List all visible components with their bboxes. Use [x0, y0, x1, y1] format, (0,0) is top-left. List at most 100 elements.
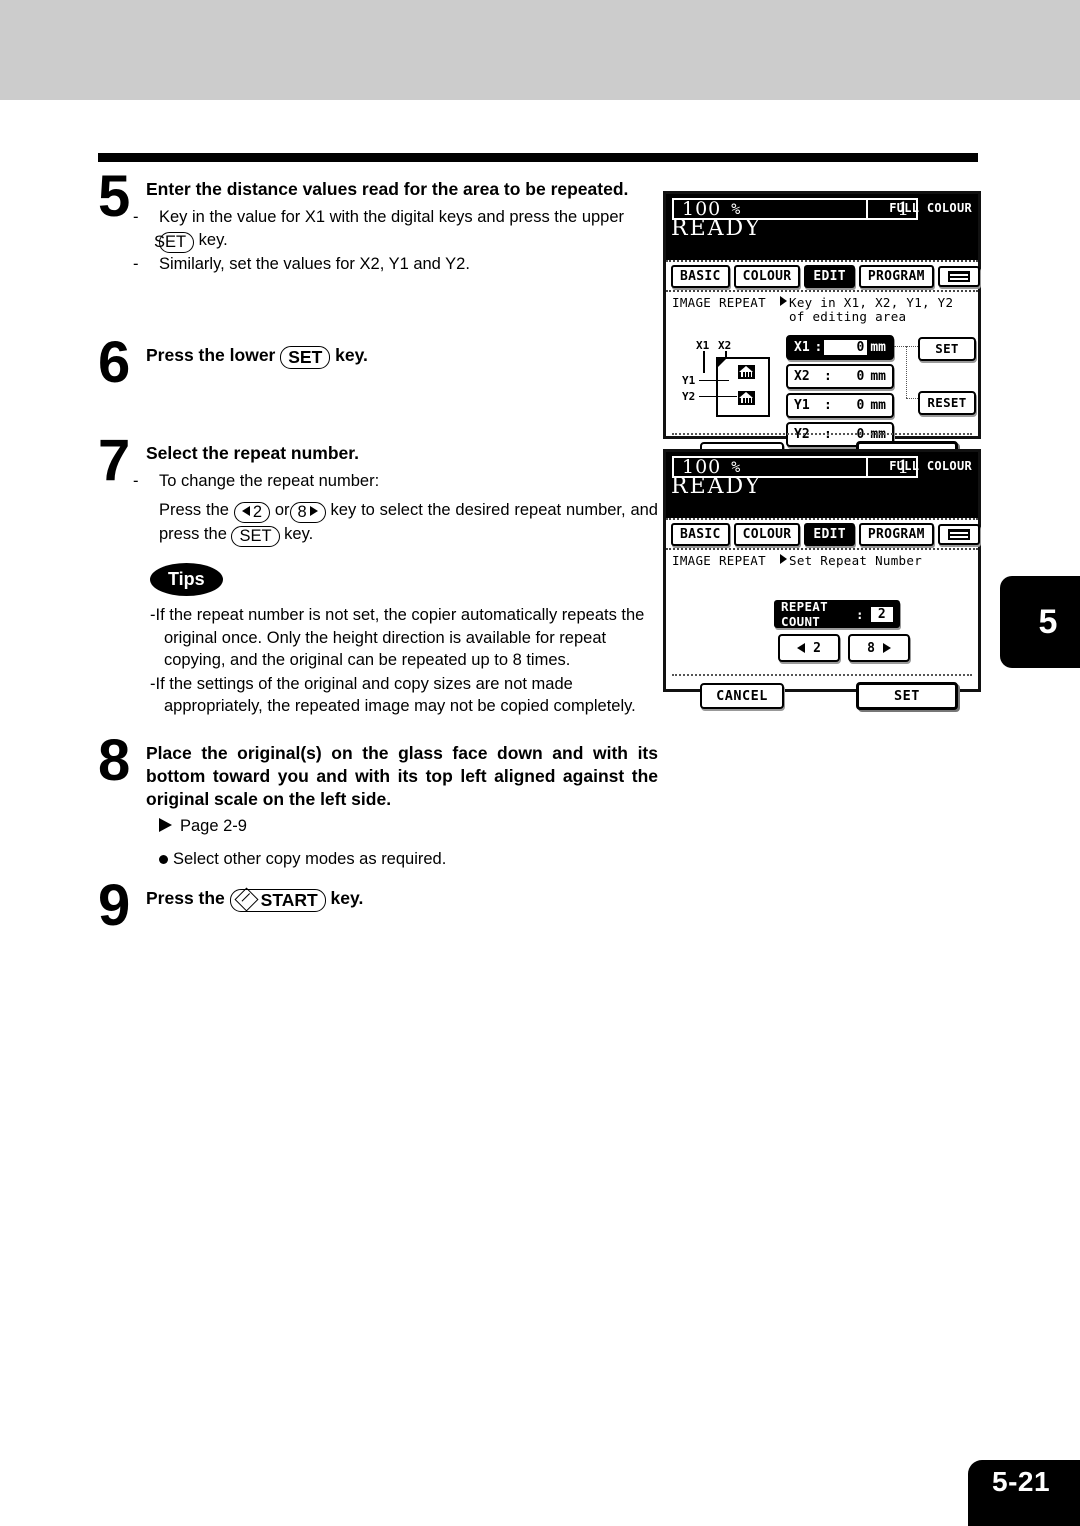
lcd2-mode-label: IMAGE REPEAT — [672, 553, 766, 568]
field-y1-label: Y1 — [794, 397, 810, 413]
tips-list: -If the repeat number is not set, the co… — [150, 604, 658, 717]
set-key-cap: SET — [280, 346, 331, 369]
step-8-note-text: Select other copy modes as required. — [173, 849, 447, 868]
value-set-button[interactable]: SET — [918, 336, 976, 361]
diagram-label-y1: Y1 — [682, 373, 696, 387]
repeat-decrease-key-label: 2 — [252, 502, 262, 521]
step-5-bullet-1: - Key in the value for X1 with the digita… — [133, 206, 658, 253]
lcd1-tab-keypad-icon[interactable] — [937, 266, 980, 287]
field-x2-unit: mm — [870, 368, 886, 384]
lcd1-tab-edit[interactable]: EDIT — [804, 265, 855, 288]
lcd1-status-header: 100 % 1 FULL COLOUR READY — [666, 194, 978, 260]
value-reset-button[interactable]: RESET — [918, 390, 976, 415]
lcd2-tab-program[interactable]: PROGRAM — [858, 523, 934, 546]
lcd1-colour-mode: FULL COLOUR — [889, 201, 972, 215]
repeat-decrease-button[interactable]: 2 — [778, 634, 840, 663]
lcd2-tab-edit[interactable]: EDIT — [804, 523, 855, 546]
pointer-triangle-icon — [780, 296, 787, 306]
field-colon: : — [824, 397, 832, 413]
page-number-tab: 5-21 — [968, 1460, 1080, 1526]
lcd1-mode-line: IMAGE REPEAT Key in X1, X2, Y1, Y2 of ed… — [666, 292, 978, 325]
step-9: 9 Press the START key. — [98, 876, 658, 934]
lcd2-body: REPEAT COUNT : 2 2 8 CANCEL SET — [666, 568, 978, 711]
step-7-press-mid: or — [270, 500, 290, 519]
step-5-bullet-2-text: Similarly, set the values for X2, Y1 and… — [159, 255, 470, 273]
lcd2-tab-colour[interactable]: COLOUR — [733, 523, 801, 546]
lcd1-body: X1 X2 Y1 Y2 X1: 0 mm X2: 0 mm Y1: 0 m… — [666, 325, 978, 469]
field-x2[interactable]: X2 : 0 mm — [786, 363, 894, 389]
bullet-dash: - — [133, 208, 139, 227]
step-9-number: 9 — [98, 872, 130, 938]
repeat-increase-label: 8 — [867, 640, 875, 656]
repeat-decrease-key-cap: 2 — [233, 501, 270, 523]
step-7-title: Select the repeat number. — [146, 443, 359, 463]
lcd1-status-text: READY — [671, 216, 762, 241]
field-x1[interactable]: X1 : 0 mm — [786, 334, 894, 360]
field-y1[interactable]: Y1 : 0 mm — [786, 392, 894, 418]
step-5: 5 Enter the distance values read for the… — [98, 168, 658, 328]
repeat-count-value: 2 — [870, 606, 893, 622]
tips-item: -If the repeat number is not set, the co… — [150, 604, 658, 671]
lcd1-tab-colour[interactable]: COLOUR — [733, 265, 801, 288]
step-6-title: Press the lower SET key. — [146, 344, 658, 369]
lcd2-cancel-button[interactable]: CANCEL — [700, 683, 784, 710]
repeat-count-colon: : — [856, 606, 864, 622]
tips-item-text: If the settings of the original and copy… — [155, 674, 636, 716]
step-7-bullet: - To change the repeat number: — [133, 470, 658, 492]
tips-item: -If the settings of the original and cop… — [150, 673, 658, 718]
step-5-number: 5 — [98, 164, 130, 229]
diagram-corner-mark — [716, 356, 728, 369]
connector-set — [894, 345, 920, 347]
header-rule — [98, 153, 978, 162]
field-x1-value: 0 — [824, 339, 868, 355]
bullet-dot-icon — [159, 854, 168, 864]
set-key-cap: SET — [231, 526, 280, 548]
start-key-cap: START — [229, 887, 326, 912]
diagram-image-2 — [738, 390, 755, 405]
lcd2-status-text: READY — [671, 474, 762, 499]
keypad-icon — [947, 271, 970, 282]
field-x2-value: 0 — [856, 368, 865, 384]
repeat-increase-key-label: 8 — [297, 502, 307, 521]
lcd1-tab-program[interactable]: PROGRAM — [858, 265, 934, 288]
arrow-right-icon — [159, 817, 172, 832]
triangle-left-icon — [797, 643, 806, 654]
step-8-title: Place the original(s) on the glass face … — [146, 742, 658, 809]
lcd1-mode-label: IMAGE REPEAT — [672, 295, 766, 310]
step-5-bullet-1-pre: Key in the value for X1 with the digital… — [159, 208, 625, 227]
field-colon: : — [824, 368, 832, 384]
lcd2-status-header: 100 % 1 FULL COLOUR READY — [666, 452, 978, 518]
triangle-right-icon — [882, 643, 891, 654]
repeat-count-label: REPEAT COUNT — [781, 599, 828, 630]
lcd1-mode-message: Key in X1, X2, Y1, Y2 of editing area — [789, 295, 954, 325]
control-panel-screenshot-1: 100 % 1 FULL COLOUR READY BASIC COLOUR E… — [663, 191, 981, 469]
lcd1-footer-separator — [672, 432, 972, 435]
lcd1-tab-basic[interactable]: BASIC — [671, 265, 730, 288]
lcd2-set-button[interactable]: SET — [856, 682, 958, 711]
start-diamond-icon — [234, 887, 259, 912]
step-8-note: Select other copy modes as required. — [146, 850, 658, 869]
lcd2-mode-line: IMAGE REPEAT Set Repeat Number — [666, 550, 978, 568]
repeat-increase-button[interactable]: 8 — [848, 634, 910, 663]
step-5-bullet-2: - Similarly, set the values for X2, Y1 an… — [133, 253, 658, 275]
field-colon: : — [814, 339, 823, 355]
field-x2-label: X2 — [794, 368, 810, 384]
step-7-press-instruction: Press the 2 or 8 key to select the desire… — [146, 499, 658, 548]
lcd2-tab-keypad-icon[interactable] — [937, 524, 980, 545]
field-y1-unit: mm — [870, 397, 886, 413]
image-repeat-area-diagram: X1 X2 Y1 Y2 — [682, 339, 772, 417]
step-8-reference-text: Page 2-9 — [180, 816, 247, 835]
step-7-press-pre: Press the — [159, 500, 234, 519]
step-6: 6 Press the lower SET key. — [98, 334, 658, 442]
control-panel-screenshot-2: 100 % 1 FULL COLOUR READY BASIC COLOUR E… — [663, 449, 981, 711]
triangle-right-icon — [309, 505, 318, 516]
step-7: 7 Select the repeat number. - To change t… — [98, 432, 658, 548]
repeat-increase-key-cap: 8 — [289, 501, 326, 523]
step-9-title-post: key. — [325, 887, 364, 908]
field-x1-label: X1 — [794, 339, 810, 355]
bullet-dash: - — [133, 472, 139, 491]
step-8-number: 8 — [98, 727, 130, 793]
step-8-reference: Page 2-9 — [146, 817, 658, 836]
lcd2-tab-basic[interactable]: BASIC — [671, 523, 730, 546]
diagram-image-1 — [738, 364, 755, 379]
